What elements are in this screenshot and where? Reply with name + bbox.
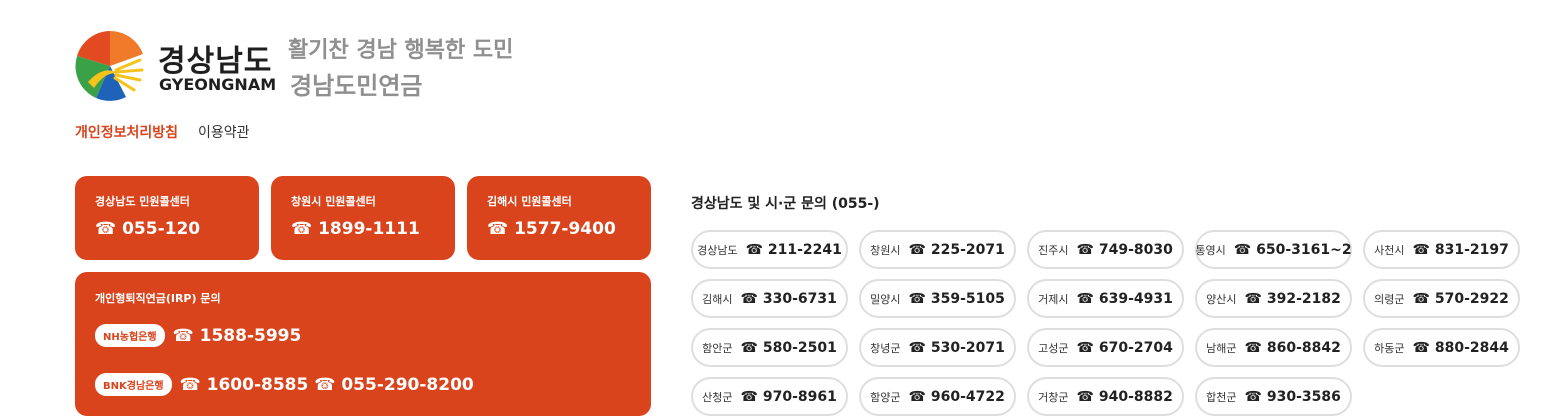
region-pill[interactable]: 진주시 ☎ 749-8030 [1027, 230, 1184, 269]
card-caption: 창원시 민원콜센터 [291, 195, 376, 208]
region-pill[interactable]: 거제시 ☎ 639-4931 [1027, 279, 1184, 318]
region-phone: ☎ 831-2197 [1412, 241, 1509, 258]
region-phone: ☎ 359-5105 [908, 290, 1005, 307]
region-pill[interactable]: 사천시 ☎ 831-2197 [1363, 230, 1520, 269]
region-pill[interactable]: 고성군 ☎ 670-2704 [1027, 328, 1184, 367]
card-caption: 김해시 민원콜센터 [487, 195, 572, 208]
irp-row-bnk: BNK경남은행 ☎ 1600-8585 ☎ 055-290-8200 [95, 373, 474, 396]
region-name: 통영시 [1195, 243, 1226, 257]
region-name: 창원시 [870, 243, 901, 257]
region-pill[interactable]: 밀양시 ☎ 359-5105 [859, 279, 1016, 318]
region-name: 하동군 [1374, 341, 1405, 355]
bank-phone[interactable]: ☎ 1588-5995 [173, 326, 302, 346]
privacy-policy-link[interactable]: 개인정보처리방침 [75, 122, 178, 142]
region-pill[interactable]: 합천군 ☎ 930-3586 [1195, 377, 1352, 416]
region-phone: ☎ 639-4931 [1076, 290, 1173, 307]
region-pill[interactable]: 함양군 ☎ 960-4722 [859, 377, 1016, 416]
region-pill[interactable]: 함안군 ☎ 580-2501 [691, 328, 848, 367]
region-name: 남해군 [1206, 341, 1237, 355]
region-phone: ☎ 211-2241 [745, 241, 842, 258]
region-name: 밀양시 [870, 292, 901, 306]
region-name: 사천시 [1374, 243, 1405, 257]
region-name: 합천군 [1206, 390, 1237, 404]
region-name: 김해시 [702, 292, 733, 306]
region-name: 경상남도 [697, 243, 738, 257]
bank-phone[interactable]: ☎ 1600-8585 ☎ 055-290-8200 [180, 375, 474, 395]
region-name: 거창군 [1038, 390, 1069, 404]
region-phone-grid: 경상남도 ☎ 211-2241 창원시 ☎ 225-2071 진주시 ☎ 749-80… [691, 230, 1520, 416]
region-phone: ☎ 392-2182 [1244, 290, 1341, 307]
region-pill[interactable]: 거창군 ☎ 940-8882 [1027, 377, 1184, 416]
brand-name-korean: 경상남도 [158, 44, 273, 79]
bank-badge: BNK경남은행 [95, 373, 172, 396]
card-phone[interactable]: ☎ 1577-9400 [487, 219, 616, 239]
region-name: 거제시 [1038, 292, 1069, 306]
region-name: 의령군 [1374, 292, 1405, 306]
brand-name-english: GYEONGNAM [159, 75, 277, 94]
region-name: 함안군 [702, 341, 733, 355]
region-pill[interactable]: 의령군 ☎ 570-2922 [1363, 279, 1520, 318]
region-pill[interactable]: 양산시 ☎ 392-2182 [1195, 279, 1352, 318]
callcenter-card-changwon: 창원시 민원콜센터 ☎ 1899-1111 [271, 176, 455, 260]
footer-links: 개인정보처리방침 이용약관 [75, 122, 250, 142]
region-name: 창녕군 [870, 341, 901, 355]
region-phone: ☎ 930-3586 [1244, 388, 1341, 405]
region-phone: ☎ 580-2501 [740, 339, 837, 356]
region-inquiry-title: 경상남도 및 시·군 문의 (055-) [691, 196, 880, 212]
region-pill[interactable]: 통영시 ☎ 650-3161~2 [1195, 230, 1352, 269]
region-phone: ☎ 570-2922 [1412, 290, 1509, 307]
irp-row-nh: NH농협은행 ☎ 1588-5995 [95, 324, 301, 347]
callcenter-card-gyeongnam: 경상남도 민원콜센터 ☎ 055-120 [75, 176, 259, 260]
site-title[interactable]: 경남도민연금 [290, 66, 422, 101]
region-phone: ☎ 670-2704 [1076, 339, 1173, 356]
region-name: 산청군 [702, 390, 733, 404]
region-name: 고성군 [1038, 341, 1069, 355]
region-phone: ☎ 650-3161~2 [1233, 241, 1352, 258]
region-name: 진주시 [1038, 243, 1069, 257]
callcenter-card-gimhae: 김해시 민원콜센터 ☎ 1577-9400 [467, 176, 651, 260]
region-phone: ☎ 960-4722 [908, 388, 1005, 405]
region-pill[interactable]: 산청군 ☎ 970-8961 [691, 377, 848, 416]
region-pill[interactable]: 김해시 ☎ 330-6731 [691, 279, 848, 318]
card-phone[interactable]: ☎ 1899-1111 [291, 219, 420, 239]
gyeongnam-logo[interactable] [74, 30, 146, 102]
region-phone: ☎ 749-8030 [1076, 241, 1173, 258]
region-name: 양산시 [1206, 292, 1237, 306]
region-phone: ☎ 940-8882 [1076, 388, 1173, 405]
card-phone[interactable]: ☎ 055-120 [95, 219, 200, 239]
region-name: 함양군 [870, 390, 901, 404]
region-phone: ☎ 530-2071 [908, 339, 1005, 356]
irp-caption: 개인형퇴직연금(IRP) 문의 [95, 292, 221, 305]
region-phone: ☎ 330-6731 [740, 290, 837, 307]
irp-inquiry-card: 개인형퇴직연금(IRP) 문의 NH농협은행 ☎ 1588-5995 BNK경남… [75, 272, 651, 416]
region-pill[interactable]: 창녕군 ☎ 530-2071 [859, 328, 1016, 367]
bank-badge: NH농협은행 [95, 324, 165, 347]
region-pill[interactable]: 창원시 ☎ 225-2071 [859, 230, 1016, 269]
slogan: 활기찬 경남 행복한 도민 [288, 38, 514, 63]
region-phone: ☎ 880-2844 [1412, 339, 1509, 356]
region-pill[interactable]: 경상남도 ☎ 211-2241 [691, 230, 848, 269]
region-phone: ☎ 225-2071 [908, 241, 1005, 258]
terms-of-use-link[interactable]: 이용약관 [198, 122, 250, 142]
region-pill[interactable]: 하동군 ☎ 880-2844 [1363, 328, 1520, 367]
region-phone: ☎ 860-8842 [1244, 339, 1341, 356]
card-caption: 경상남도 민원콜센터 [95, 195, 190, 208]
region-phone: ☎ 970-8961 [740, 388, 837, 405]
region-pill[interactable]: 남해군 ☎ 860-8842 [1195, 328, 1352, 367]
